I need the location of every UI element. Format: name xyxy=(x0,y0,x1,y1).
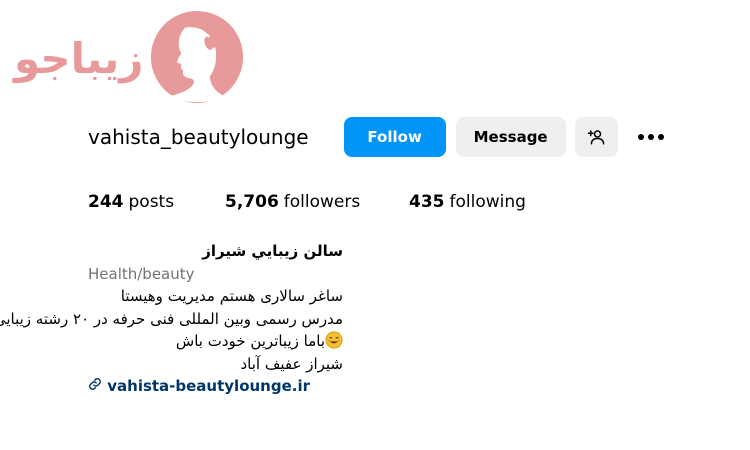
following-label: following xyxy=(449,192,526,212)
bio-line-4: شیراز عفیف آباد xyxy=(240,354,343,373)
add-user-icon xyxy=(587,130,605,145)
bio-line-3: باما زیباترین خودت باش xyxy=(88,330,343,353)
watermark-text: زیباجو xyxy=(14,34,144,83)
profile-stats: 244 posts 5,706 followers 435 following xyxy=(88,192,526,216)
following-stat[interactable]: 435 following xyxy=(409,192,526,216)
followers-stat[interactable]: 5,706 followers xyxy=(225,192,409,216)
website-link-text[interactable]: vahista-beautylounge.ir xyxy=(107,377,310,395)
woman-silhouette-logo xyxy=(150,10,244,104)
followers-count: 5,706 xyxy=(225,192,279,212)
bio-line-1: ساغر سالاری هستم مدیریت وهیستا xyxy=(120,287,343,305)
suggested-users-button[interactable] xyxy=(574,117,618,157)
profile-bio: سالن زيبايي شيراز Health/beauty ساغر سال… xyxy=(0,240,508,398)
smiling-emoji-icon xyxy=(325,331,343,349)
watermark: زیباجو xyxy=(10,8,250,108)
category-label: Health/beauty xyxy=(88,264,195,283)
bio-line-3-text: باما زیباترین خودت باش xyxy=(175,332,325,350)
display-name: سالن زيبايي شيراز xyxy=(202,242,343,260)
link-icon xyxy=(89,378,101,390)
bio-line-2: مدرس رسمی وبین المللی فنی حرفه در ۲۰ رشت… xyxy=(0,309,343,328)
website-link[interactable]: vahista-beautylounge.ir xyxy=(88,375,508,398)
followers-label: followers xyxy=(283,192,361,212)
more-options-icon xyxy=(637,134,664,140)
more-options-button[interactable] xyxy=(633,117,669,157)
posts-count: 244 xyxy=(88,192,124,212)
message-button[interactable]: Message xyxy=(455,117,566,157)
profile-header: vahista_beautylounge Follow Message xyxy=(88,117,708,157)
posts-label: posts xyxy=(128,192,175,212)
posts-stat: 244 posts xyxy=(88,192,225,216)
following-count: 435 xyxy=(409,192,445,212)
username: vahista_beautylounge xyxy=(88,125,309,149)
follow-button[interactable]: Follow xyxy=(343,117,446,157)
